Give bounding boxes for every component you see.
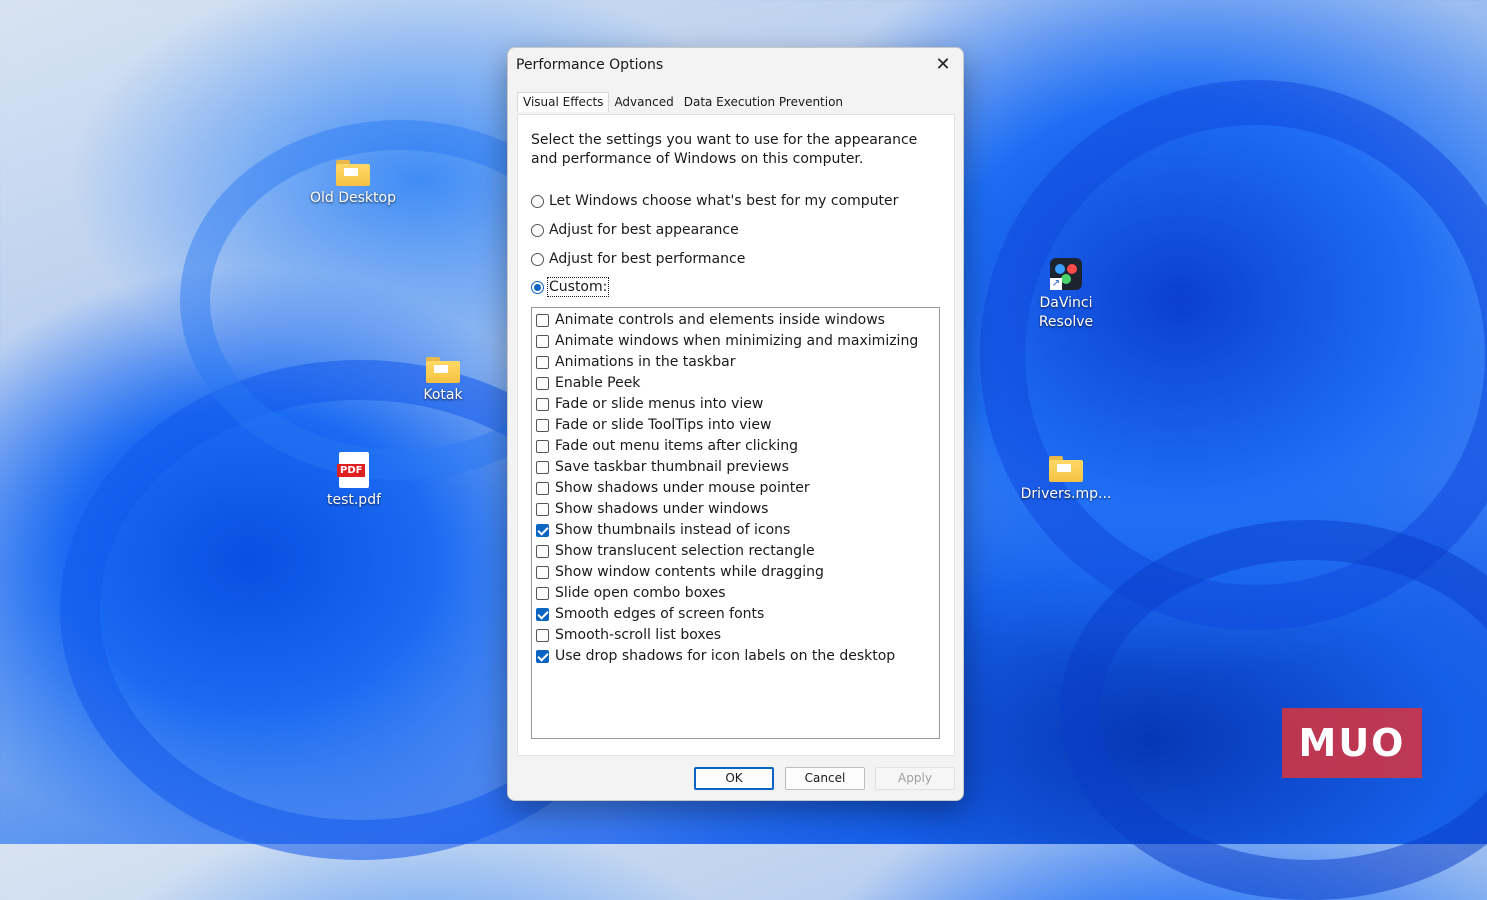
visual-effects-list[interactable]: Animate controls and elements inside win… — [531, 307, 940, 739]
radio-label: Adjust for best performance — [549, 251, 746, 267]
radio-custom[interactable]: Custom: — [531, 277, 610, 297]
checkbox[interactable] — [536, 334, 549, 348]
checkbox[interactable] — [536, 649, 549, 663]
radio-label: Let Windows choose what's best for my co… — [549, 193, 899, 209]
tab-visual-effects[interactable]: Visual Effects — [517, 92, 610, 112]
checkbox[interactable] — [536, 607, 549, 621]
option-label: Fade or slide ToolTips into view — [555, 417, 772, 433]
option-label: Show translucent selection rectangle — [555, 543, 815, 559]
option-label: Show thumbnails instead of icons — [555, 522, 791, 538]
checkbox[interactable] — [536, 481, 549, 495]
desktop-icon-label: test.pdf — [326, 492, 382, 508]
checkbox[interactable] — [536, 502, 549, 516]
muo-watermark-logo: MUO — [1282, 708, 1422, 778]
option-label: Animations in the taskbar — [555, 354, 736, 370]
desktop-icon-test-pdf[interactable]: PDF test.pdf — [299, 452, 409, 508]
option-row[interactable]: Show shadows under mouse pointer — [536, 480, 810, 496]
dialog-title: Performance Options — [516, 57, 664, 73]
pdf-file-icon: PDF — [337, 452, 369, 488]
option-row[interactable]: Animate windows when minimizing and maxi… — [536, 333, 918, 349]
option-label: Show shadows under mouse pointer — [555, 480, 810, 496]
option-label: Save taskbar thumbnail previews — [555, 459, 789, 475]
desktop-icon-label: DaVinci Resolve — [1038, 295, 1094, 330]
checkbox[interactable] — [536, 565, 549, 579]
performance-options-dialog: Performance Options ✕ Visual Effects Adv… — [507, 47, 964, 801]
option-row[interactable]: Smooth edges of screen fonts — [536, 606, 764, 622]
option-label: Fade or slide menus into view — [555, 396, 764, 412]
option-label: Slide open combo boxes — [555, 585, 726, 601]
option-label: Smooth-scroll list boxes — [555, 627, 722, 643]
ok-button[interactable]: OK — [694, 767, 774, 790]
radio-best-appearance[interactable]: Adjust for best appearance — [531, 222, 739, 238]
checkbox[interactable] — [536, 313, 549, 327]
close-icon: ✕ — [935, 54, 951, 75]
option-row[interactable]: Fade or slide ToolTips into view — [536, 417, 771, 433]
option-row[interactable]: Save taskbar thumbnail previews — [536, 459, 789, 475]
radio-button[interactable] — [531, 252, 544, 266]
desktop-icon-label: Kotak — [423, 387, 463, 403]
desktop-icon-label: Drivers.mp... — [1020, 486, 1112, 502]
folder-icon — [336, 160, 370, 186]
option-row[interactable]: Show shadows under windows — [536, 501, 768, 517]
option-label: Animate controls and elements inside win… — [555, 312, 885, 328]
close-button[interactable]: ✕ — [931, 54, 955, 76]
radio-best-performance[interactable]: Adjust for best performance — [531, 251, 745, 267]
option-label: Show window contents while dragging — [555, 564, 824, 580]
description-text: Select the settings you want to use for … — [531, 132, 918, 167]
option-label: Use drop shadows for icon labels on the … — [555, 648, 896, 664]
option-row[interactable]: Show translucent selection rectangle — [536, 543, 815, 559]
option-label: Enable Peek — [555, 375, 641, 391]
tab-bar: Visual Effects Advanced Data Execution P… — [517, 92, 848, 112]
checkbox[interactable] — [536, 460, 549, 474]
checkbox[interactable] — [536, 355, 549, 369]
option-label: Fade out menu items after clicking — [555, 438, 798, 454]
visual-effects-panel: Select the settings you want to use for … — [517, 114, 955, 756]
checkbox[interactable] — [536, 418, 549, 432]
desktop-icon-davinci-resolve[interactable]: ↗ DaVinci Resolve — [1011, 258, 1121, 332]
radio-label: Adjust for best appearance — [549, 222, 739, 238]
option-label: Smooth edges of screen fonts — [555, 606, 765, 622]
checkbox[interactable] — [536, 628, 549, 642]
checkbox[interactable] — [536, 439, 549, 453]
option-row[interactable]: Show window contents while dragging — [536, 564, 824, 580]
option-row[interactable]: Animate controls and elements inside win… — [536, 312, 885, 328]
checkbox[interactable] — [536, 523, 549, 537]
tab-data-execution-prevention[interactable]: Data Execution Prevention — [679, 92, 848, 112]
tab-advanced[interactable]: Advanced — [609, 92, 678, 112]
radio-button[interactable] — [531, 194, 544, 208]
cancel-button[interactable]: Cancel — [785, 767, 865, 790]
desktop-icon-kotak[interactable]: Kotak — [388, 357, 498, 403]
option-row[interactable]: Slide open combo boxes — [536, 585, 726, 601]
checkbox[interactable] — [536, 397, 549, 411]
shortcut-arrow-icon: ↗ — [1050, 278, 1062, 290]
folder-icon — [1049, 456, 1083, 482]
option-row[interactable]: Fade or slide menus into view — [536, 396, 763, 412]
desktop-icon-label: Old Desktop — [310, 190, 396, 206]
option-row[interactable]: Fade out menu items after clicking — [536, 438, 798, 454]
option-label: Animate windows when minimizing and maxi… — [555, 333, 919, 349]
desktop-icon-drivers[interactable]: Drivers.mp... — [1011, 456, 1121, 502]
radio-button[interactable] — [531, 280, 544, 294]
option-row[interactable]: Smooth-scroll list boxes — [536, 627, 721, 643]
checkbox[interactable] — [536, 544, 549, 558]
radio-button[interactable] — [531, 223, 544, 237]
checkbox[interactable] — [536, 586, 549, 600]
option-row[interactable]: Animations in the taskbar — [536, 354, 735, 370]
option-label: Show shadows under windows — [555, 501, 769, 517]
davinci-resolve-icon: ↗ — [1050, 258, 1082, 290]
radio-label: Custom: — [546, 277, 610, 297]
radio-let-windows-choose[interactable]: Let Windows choose what's best for my co… — [531, 193, 898, 209]
option-row[interactable]: Enable Peek — [536, 375, 640, 391]
apply-button[interactable]: Apply — [875, 767, 955, 790]
folder-icon — [426, 357, 460, 383]
desktop-icon-old-desktop[interactable]: Old Desktop — [298, 160, 408, 206]
option-row[interactable]: Show thumbnails instead of icons — [536, 522, 790, 538]
option-row[interactable]: Use drop shadows for icon labels on the … — [536, 648, 895, 664]
checkbox[interactable] — [536, 376, 549, 390]
pdf-badge: PDF — [337, 464, 366, 477]
